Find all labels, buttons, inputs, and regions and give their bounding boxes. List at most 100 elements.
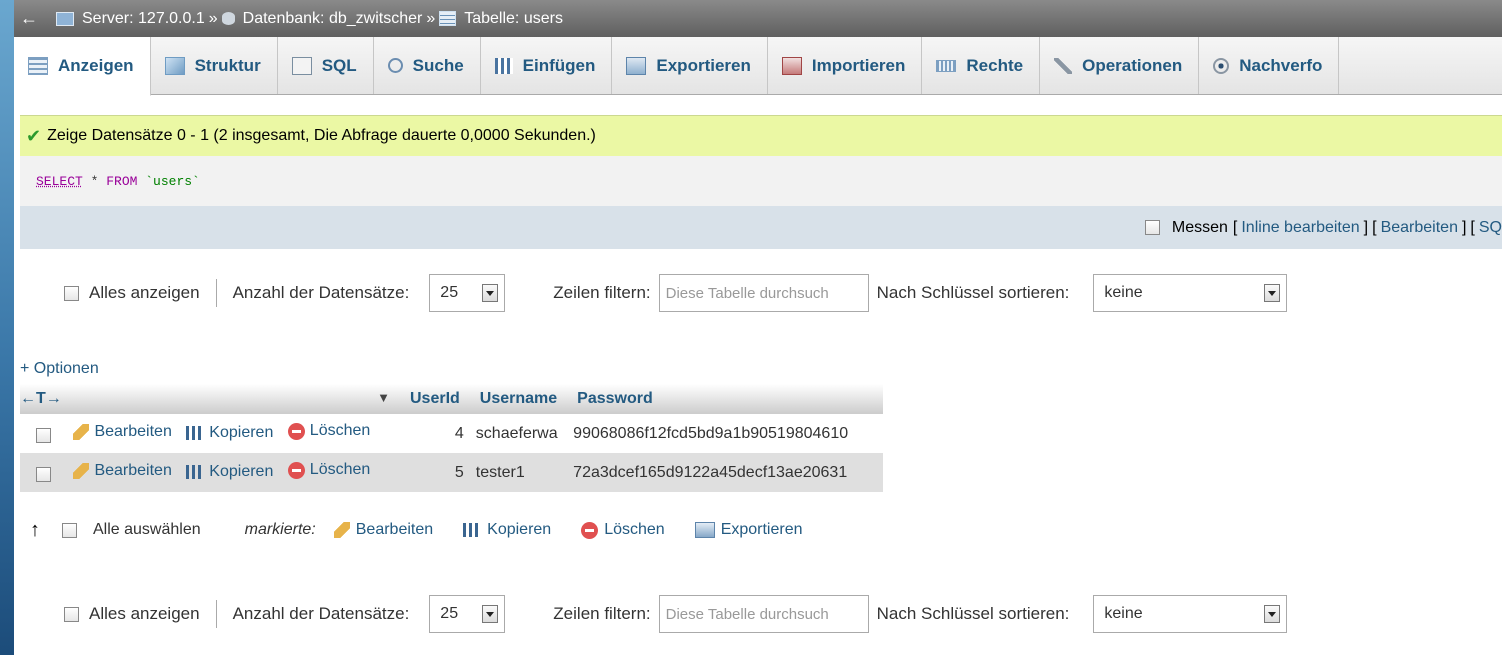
row-edit-link[interactable]: Bearbeiten <box>73 422 172 441</box>
row-delete-link[interactable]: Löschen <box>287 461 370 479</box>
table-row: Bearbeiten Kopieren Löschen 4 schaeferwa… <box>20 414 884 453</box>
server-icon <box>56 11 74 26</box>
sql-options-bar: Messen [ Inline bearbeiten ] [ Bearbeite… <box>20 206 1502 249</box>
header-password[interactable]: Password <box>567 384 884 414</box>
breadcrumb-table-label: Tabelle: users <box>464 9 563 27</box>
tab-nachverfolgung[interactable]: Nachverfo <box>1199 37 1340 94</box>
bulk-edit-button[interactable]: Bearbeiten <box>333 521 434 539</box>
export-icon <box>694 522 715 538</box>
checkmark-icon: ✔ <box>26 125 42 146</box>
wrench-icon <box>1054 57 1073 74</box>
filter-input[interactable]: Diese Tabelle durchsuch <box>658 595 869 633</box>
tab-sql[interactable]: SQL <box>278 37 374 94</box>
structure-icon <box>164 56 185 75</box>
bulk-copy-button[interactable]: Kopieren <box>463 521 551 539</box>
select-all-label[interactable]: Alle auswählen <box>93 521 201 539</box>
divider <box>215 600 217 628</box>
pencil-icon <box>333 522 350 538</box>
sort-arrow-icon[interactable]: ▼ <box>377 390 390 405</box>
tab-label: Exportieren <box>656 55 751 75</box>
sort-select[interactable]: keine <box>1093 595 1288 633</box>
bulk-delete-button[interactable]: Löschen <box>581 521 665 539</box>
privileges-icon <box>936 59 957 72</box>
sql-link[interactable]: SQ <box>1479 219 1502 237</box>
row-copy-link[interactable]: Kopieren <box>186 463 273 481</box>
row-count-label: Anzahl der Datensätze: <box>232 283 410 302</box>
breadcrumb-server-label: Server: 127.0.0.1 <box>82 9 205 27</box>
back-arrow-icon[interactable]: ← <box>14 8 44 29</box>
messen-label: Messen <box>1171 218 1228 236</box>
tab-exportieren[interactable]: Exportieren <box>612 37 768 94</box>
cell-username[interactable]: tester1 <box>469 453 568 492</box>
filter-label: Zeilen filtern: <box>553 604 651 623</box>
breadcrumb-database[interactable]: Datenbank: db_zwitscher <box>221 10 422 28</box>
cell-password[interactable]: 99068086f12fcd5bd9a1b90519804610 <box>567 414 884 453</box>
success-message-text: Zeige Datensätze 0 - 1 (2 insgesamt, Die… <box>47 127 596 144</box>
row-checkbox[interactable] <box>36 428 51 444</box>
cell-userid[interactable]: 4 <box>400 414 470 453</box>
cell-username[interactable]: schaeferwa <box>469 414 568 453</box>
bracket-open: [ <box>1232 218 1238 236</box>
edit-query-link[interactable]: Bearbeiten <box>1381 219 1458 237</box>
row-count-value: 25 <box>440 605 459 622</box>
bracket-open: [ <box>1470 218 1475 236</box>
sort-select[interactable]: keine <box>1093 274 1288 312</box>
tab-label: Rechte <box>966 55 1024 75</box>
sort-value: keine <box>1104 284 1143 301</box>
breadcrumb: ← Server: 127.0.0.1 » Datenbank: db_zwit… <box>14 0 1502 37</box>
insert-icon <box>494 57 513 74</box>
cell-userid[interactable]: 5 <box>400 453 470 492</box>
bulk-export-label: Exportieren <box>720 521 803 538</box>
row-count-select[interactable]: 25 <box>429 274 506 312</box>
results-table: ←T→ ▼ UserId Username Password Bearbeite… <box>20 384 884 492</box>
show-all-checkbox[interactable] <box>64 606 79 622</box>
search-icon <box>387 58 403 73</box>
sql-query: SELECT * FROM `users` <box>20 156 1502 206</box>
inline-edit-link[interactable]: Inline bearbeiten <box>1241 219 1359 237</box>
bracket-close: ] <box>1461 218 1467 236</box>
bulk-export-button[interactable]: Exportieren <box>694 521 803 539</box>
breadcrumb-table[interactable]: Tabelle: users <box>439 10 563 28</box>
cell-password[interactable]: 72a3dcef165d9122a45decf13ae20631 <box>567 453 884 492</box>
delete-icon <box>287 461 305 479</box>
sql-star: * <box>82 173 107 189</box>
table-row: Bearbeiten Kopieren Löschen 5 tester1 72… <box>20 453 884 492</box>
show-all-checkbox[interactable] <box>64 285 79 301</box>
browse-icon <box>28 57 48 75</box>
row-checkbox[interactable] <box>36 467 51 483</box>
delete-icon <box>581 521 599 539</box>
tab-importieren[interactable]: Importieren <box>768 37 923 94</box>
filter-input[interactable]: Diese Tabelle durchsuch <box>658 274 869 312</box>
bulk-edit-label: Bearbeiten <box>355 521 434 538</box>
tab-struktur[interactable]: Struktur <box>151 37 278 94</box>
breadcrumb-server[interactable]: Server: 127.0.0.1 <box>44 10 205 28</box>
tab-label: Anzeigen <box>58 56 134 75</box>
row-edit-link[interactable]: Bearbeiten <box>73 462 172 480</box>
dropdown-arrow-icon <box>1264 605 1281 623</box>
row-count-value: 25 <box>440 284 459 301</box>
pencil-icon <box>73 462 90 479</box>
sql-keyword-select[interactable]: SELECT <box>36 174 83 189</box>
bracket-open: [ <box>1372 218 1377 236</box>
column-arrows[interactable]: ←T→ <box>20 390 62 407</box>
tab-einfuegen[interactable]: Einfügen <box>481 37 613 94</box>
filter-label: Zeilen filtern: <box>553 283 651 302</box>
show-all-label: Alles anzeigen <box>89 604 200 623</box>
header-username[interactable]: Username <box>469 384 568 414</box>
options-link[interactable]: + Optionen <box>20 360 99 378</box>
header-userid[interactable]: UserId <box>400 384 470 414</box>
edit-label: Bearbeiten <box>94 422 172 440</box>
tab-anzeigen[interactable]: Anzeigen <box>14 37 151 96</box>
select-all-checkbox[interactable] <box>62 522 77 538</box>
profiling-checkbox[interactable] <box>1144 220 1160 235</box>
row-delete-link[interactable]: Löschen <box>287 422 371 440</box>
tab-rechte[interactable]: Rechte <box>922 37 1041 94</box>
tab-suche[interactable]: Suche <box>374 37 481 94</box>
marked-label: markierte: <box>244 521 316 538</box>
row-copy-link[interactable]: Kopieren <box>186 424 273 442</box>
bulk-copy-label: Kopieren <box>487 521 552 538</box>
sql-keyword-from: FROM <box>106 173 138 189</box>
delete-label: Löschen <box>309 422 371 440</box>
tab-operationen[interactable]: Operationen <box>1040 37 1200 94</box>
row-count-select[interactable]: 25 <box>429 595 506 633</box>
